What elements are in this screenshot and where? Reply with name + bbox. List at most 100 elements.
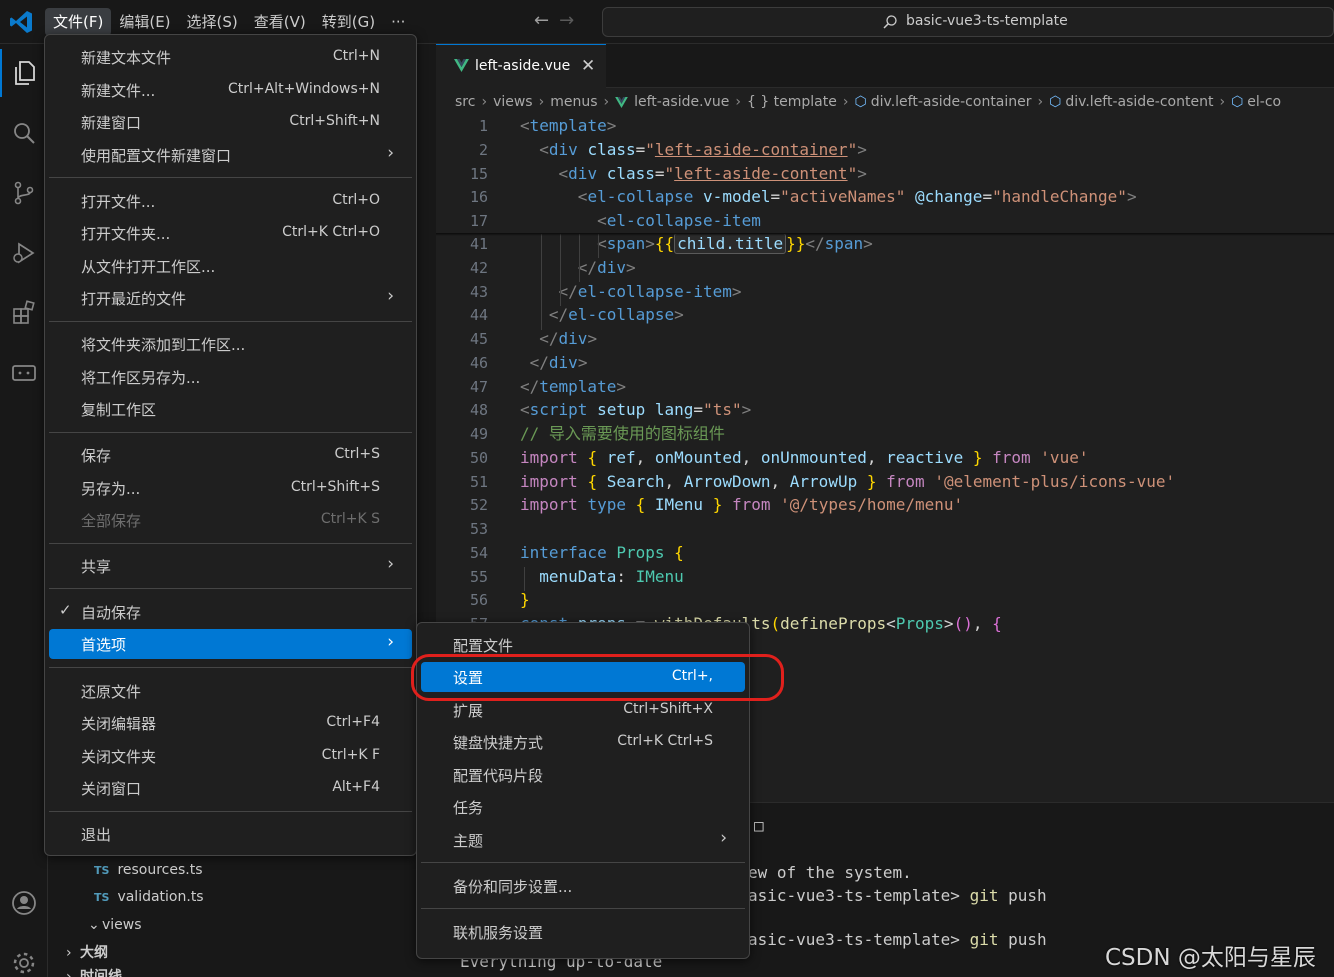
menu-separator: [421, 908, 745, 909]
code-line: 17 <el-collapse-item: [469, 211, 761, 230]
breadcrumb-item[interactable]: div.left-aside-content: [1065, 94, 1213, 110]
menu-item-new-window-profile[interactable]: 使用配置文件新建窗口 ›: [49, 140, 412, 170]
menu-item-online-services[interactable]: 联机服务设置: [421, 917, 745, 947]
chevron-down-icon: ⌄: [88, 917, 100, 933]
menu-item-auto-save[interactable]: ✓ 自动保存: [49, 597, 412, 627]
menu-item-revert-file[interactable]: 还原文件: [49, 676, 412, 706]
menu-item-share[interactable]: 共享 ›: [49, 551, 412, 581]
menu-item-close-editor[interactable]: 关闭编辑器 Ctrl+F4: [49, 708, 412, 738]
menu-item-save-all: 全部保存 Ctrl+K S: [81, 511, 380, 530]
menu-separator: [49, 543, 412, 544]
cursor-block-icon: □: [754, 816, 764, 835]
chevron-right-icon: ›: [66, 969, 72, 977]
vue-file-icon: [615, 96, 628, 108]
menu-selection[interactable]: 选择(S): [179, 8, 246, 36]
menu-item-save[interactable]: 保存 Ctrl+S: [49, 440, 412, 470]
command-center[interactable]: basic-vue3-ts-template: [602, 7, 1334, 37]
indent-guide: [579, 234, 580, 282]
command-center-text: basic-vue3-ts-template: [906, 13, 1068, 29]
outline-section-header[interactable]: › 大纲: [66, 942, 108, 962]
breadcrumb-item[interactable]: src: [455, 94, 475, 110]
chevron-right-icon: ›: [387, 143, 394, 163]
breadcrumb-item[interactable]: div.left-aside-container: [871, 94, 1032, 110]
terminal-line: asic-vue3-ts-template> git push: [748, 930, 1047, 949]
code-line: 2 <div class="left-aside-container">: [478, 140, 867, 159]
menu-separator: [49, 321, 412, 322]
breadcrumb-item[interactable]: left-aside.vue: [634, 94, 729, 110]
file-label: resources.ts: [117, 862, 203, 878]
forward-arrow-icon[interactable]: →: [559, 10, 574, 31]
menu-item-snippets[interactable]: 配置代码片段: [421, 760, 745, 790]
code-line: 42 </div>: [469, 258, 636, 277]
folder-label: views: [102, 917, 142, 933]
tree-file-resources[interactable]: TS resources.ts: [94, 862, 203, 878]
menu-item-close-window[interactable]: 关闭窗口 Alt+F4: [49, 773, 412, 803]
menu-item-new-window[interactable]: 新建窗口 Ctrl+Shift+N: [49, 107, 412, 137]
menu-view[interactable]: 查看(V): [246, 8, 314, 36]
menu-go[interactable]: 转到(G): [314, 8, 383, 36]
code-line: 52 import type { IMenu } from '@/types/ho…: [469, 495, 964, 514]
tree-file-validation[interactable]: TS validation.ts: [94, 889, 204, 905]
search-activity-icon[interactable]: [0, 109, 48, 157]
menu-item-exit[interactable]: 退出: [49, 819, 412, 849]
code-line: 1 <template>: [478, 116, 617, 135]
check-icon: ✓: [59, 601, 72, 619]
code-line: 46 </div>: [469, 353, 588, 372]
chevron-right-icon: ›: [842, 94, 849, 110]
breadcrumb-item[interactable]: views: [493, 94, 533, 110]
element-cube-icon: ⬡: [1231, 94, 1244, 110]
vue-file-icon: [454, 59, 469, 72]
menu-item-new-text-file[interactable]: 新建文本文件 Ctrl+N: [49, 42, 412, 72]
terminal-line: ew of the system.: [748, 863, 912, 882]
menu-item-open-folder[interactable]: 打开文件夹... Ctrl+K Ctrl+O: [49, 218, 412, 248]
menu-item-duplicate-workspace[interactable]: 复制工作区: [49, 394, 412, 424]
menu-separator: [49, 667, 412, 668]
menu-item-preferences[interactable]: 首选项 ›: [49, 629, 412, 659]
back-arrow-icon[interactable]: ←: [534, 10, 549, 31]
inline-chip: child.title: [674, 233, 787, 254]
menu-item-save-as[interactable]: 另存为... Ctrl+Shift+S: [49, 473, 412, 503]
breadcrumb-item[interactable]: menus: [550, 94, 597, 110]
outline-label: 大纲: [80, 945, 108, 961]
run-debug-icon[interactable]: [0, 229, 48, 277]
code-line: 16 <el-collapse v-model="activeNames" @c…: [469, 187, 1137, 206]
breadcrumb-item[interactable]: { } template: [747, 94, 837, 110]
settings-gear-icon[interactable]: [0, 939, 48, 977]
chevron-right-icon: ›: [1037, 94, 1044, 110]
menu-item-open-file[interactable]: 打开文件... Ctrl+O: [49, 186, 412, 216]
typescript-file-icon: TS: [94, 891, 110, 904]
menu-item-save-workspace-as[interactable]: 将工作区另存为...: [49, 362, 412, 392]
timeline-section-header[interactable]: › 时间线: [66, 966, 122, 977]
source-control-icon[interactable]: [0, 169, 48, 217]
menu-item-themes[interactable]: 主题 ›: [421, 825, 745, 855]
indent-guide: [524, 567, 525, 591]
menu-file[interactable]: 文件(F): [45, 8, 112, 36]
remote-explorer-icon[interactable]: [0, 349, 48, 397]
chevron-right-icon: ›: [538, 94, 545, 110]
code-line: 45 </div>: [469, 329, 598, 348]
account-icon[interactable]: [0, 879, 48, 927]
menu-item-close-folder[interactable]: 关闭文件夹 Ctrl+K F: [49, 741, 412, 771]
menu-item-open-recent[interactable]: 打开最近的文件 ›: [49, 283, 412, 313]
menu-more[interactable]: ···: [383, 8, 413, 36]
chevron-right-icon: ›: [1219, 94, 1226, 110]
tab-left-aside-vue[interactable]: left-aside.vue ✕: [436, 44, 606, 88]
tree-folder-views[interactable]: ⌄ views: [88, 917, 142, 933]
close-icon[interactable]: ✕: [581, 56, 595, 76]
breadcrumb-item[interactable]: el-co: [1247, 94, 1281, 110]
code-line: 56}: [469, 590, 530, 609]
menu-item-new-file[interactable]: 新建文件... Ctrl+Alt+Windows+N: [49, 75, 412, 105]
vscode-logo-icon: [10, 11, 32, 33]
menu-item-backup-sync[interactable]: 备份和同步设置...: [421, 871, 745, 901]
menu-bar: 文件(F) 编辑(E) 选择(S) 查看(V) 转到(G) ···: [45, 8, 413, 36]
explorer-icon[interactable]: [0, 49, 48, 97]
menu-item-open-workspace[interactable]: 从文件打开工作区...: [49, 251, 412, 281]
menu-item-add-folder[interactable]: 将文件夹添加到工作区...: [49, 329, 412, 359]
menu-item-tasks[interactable]: 任务: [421, 792, 745, 822]
menu-item-keyboard-shortcuts[interactable]: 键盘快捷方式 Ctrl+K Ctrl+S: [421, 727, 745, 757]
element-cube-icon: ⬡: [1049, 94, 1062, 110]
menu-edit[interactable]: 编辑(E): [111, 8, 178, 36]
sticky-scroll-shadow: [436, 233, 1334, 236]
extensions-icon[interactable]: [0, 289, 48, 337]
code-line: 53: [469, 520, 488, 538]
